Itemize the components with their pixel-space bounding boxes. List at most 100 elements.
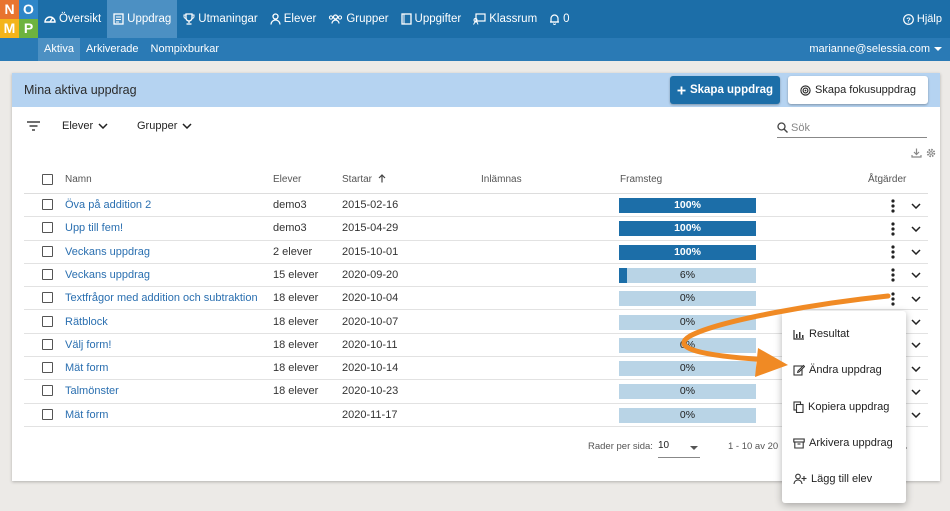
- search-input[interactable]: [791, 121, 921, 134]
- nav-label: Grupper: [346, 13, 389, 25]
- tab-arkiverade[interactable]: Arkiverade: [80, 38, 145, 61]
- chart-icon: [793, 329, 804, 340]
- more-actions-button[interactable]: [886, 266, 900, 285]
- groups-filter-dropdown[interactable]: Grupper: [137, 120, 192, 132]
- more-vertical-icon: [891, 222, 895, 236]
- assignment-name-link[interactable]: Veckans uppdrag: [65, 241, 150, 264]
- assignment-icon: [113, 13, 124, 25]
- progress-label: 6%: [679, 268, 696, 281]
- logo-letter: M: [0, 19, 19, 38]
- expand-row-button[interactable]: [908, 267, 924, 284]
- chevron-down-icon: [911, 412, 921, 419]
- column-header-students[interactable]: Elever: [273, 166, 301, 194]
- assignment-name-link[interactable]: Mät form: [65, 404, 108, 427]
- table-header: Namn Elever Startar Inlämnas Framsteg Åt…: [24, 166, 928, 194]
- progress-bar: 0%: [619, 291, 756, 307]
- assignment-name-link[interactable]: Välj form!: [65, 334, 111, 357]
- students-filter-dropdown[interactable]: Elever: [62, 120, 108, 132]
- nav-item-uppgifter[interactable]: Uppgifter: [395, 0, 468, 38]
- gear-icon[interactable]: [926, 148, 936, 158]
- start-date-cell: 2020-10-11: [342, 338, 398, 351]
- expand-row-button[interactable]: [908, 383, 924, 400]
- expand-row-button[interactable]: [908, 220, 924, 237]
- row-checkbox[interactable]: [42, 338, 53, 350]
- row-checkbox[interactable]: [42, 222, 53, 234]
- row-checkbox[interactable]: [42, 408, 53, 420]
- expand-row-button[interactable]: [908, 197, 924, 214]
- nav-item-utmaningar[interactable]: Utmaningar: [177, 0, 263, 38]
- nav-item-oversikt[interactable]: Översikt: [38, 0, 107, 38]
- menu-item-copy[interactable]: Kopiera uppdrag: [782, 389, 906, 425]
- column-header-starts[interactable]: Startar: [342, 166, 386, 194]
- download-icon[interactable]: [911, 148, 922, 158]
- assignment-name-link[interactable]: Textfrågor med addition och subtraktion: [65, 287, 258, 310]
- expand-row-button[interactable]: [908, 290, 924, 307]
- nav-item-notifications[interactable]: 0: [543, 0, 575, 38]
- nav-label: Översikt: [59, 13, 102, 25]
- students-cell: 18 elever: [273, 292, 319, 305]
- expand-row-button[interactable]: [908, 337, 924, 354]
- expand-row-button[interactable]: [908, 360, 924, 377]
- row-checkbox[interactable]: [42, 385, 53, 397]
- more-actions-button[interactable]: [886, 219, 900, 238]
- book-icon: [400, 13, 412, 25]
- row-checkbox[interactable]: [42, 362, 53, 374]
- menu-item-archive[interactable]: Arkivera uppdrag: [782, 425, 906, 461]
- progress-label: 0%: [679, 315, 696, 328]
- expand-row-button[interactable]: [908, 244, 924, 261]
- assignment-name-link[interactable]: Veckans uppdrag: [65, 264, 150, 287]
- assignment-name-link[interactable]: Talmönster: [65, 380, 119, 403]
- more-vertical-icon: [891, 268, 895, 282]
- tab-aktiva[interactable]: Aktiva: [38, 38, 80, 61]
- column-header-name[interactable]: Namn: [65, 166, 92, 194]
- progress-bar: 0%: [619, 314, 756, 330]
- user-menu[interactable]: marianne@selessia.com: [809, 38, 942, 61]
- rows-per-page-select[interactable]: 10: [658, 440, 700, 458]
- create-assignment-button[interactable]: Skapa uppdrag: [670, 76, 780, 104]
- create-focus-assignment-button[interactable]: Skapa fokusuppdrag: [788, 76, 928, 104]
- row-checkbox[interactable]: [42, 292, 53, 304]
- nomp-logo[interactable]: N O M P: [0, 0, 38, 38]
- select-all-checkbox[interactable]: [42, 174, 53, 185]
- target-icon: [800, 84, 811, 96]
- row-checkbox[interactable]: [42, 245, 53, 257]
- nav-item-elever[interactable]: Elever: [264, 0, 323, 38]
- progress-label: 0%: [679, 292, 696, 305]
- svg-text:?: ?: [906, 15, 911, 24]
- menu-item-edit[interactable]: Ändra uppdrag: [782, 352, 906, 388]
- chevron-down-icon: [911, 249, 921, 256]
- menu-item-add-student[interactable]: Lägg till elev: [782, 461, 906, 497]
- assignment-name-link[interactable]: Öva på addition 2: [65, 194, 151, 217]
- row-checkbox[interactable]: [42, 315, 53, 327]
- more-actions-button[interactable]: [886, 196, 900, 215]
- row-checkbox[interactable]: [42, 268, 53, 280]
- help-link[interactable]: ? Hjälp: [903, 0, 942, 38]
- progress-label: 100%: [674, 245, 701, 258]
- table-row: Veckans uppdrag 2 elever 2015-10-01 100%: [24, 241, 928, 264]
- expand-row-button[interactable]: [908, 314, 924, 331]
- assignment-name-link[interactable]: Upp till fem!: [65, 217, 123, 240]
- nav-item-klassrum[interactable]: Klassrum: [467, 0, 543, 38]
- assignment-name-link[interactable]: Mät form: [65, 357, 108, 380]
- nav-item-uppdrag[interactable]: Uppdrag: [107, 0, 178, 38]
- menu-item-resultat[interactable]: Resultat: [782, 316, 906, 352]
- assignment-name-link[interactable]: Rätblock: [65, 311, 108, 334]
- progress-label: 0%: [679, 408, 696, 421]
- more-actions-button[interactable]: [886, 289, 900, 308]
- expand-row-button[interactable]: [908, 407, 924, 424]
- sub-navigation-bar: Aktiva Arkiverade Nompixburkar marianne@…: [0, 38, 950, 61]
- row-checkbox[interactable]: [42, 199, 53, 210]
- more-actions-button[interactable]: [886, 243, 900, 262]
- students-cell: demo3: [273, 199, 307, 211]
- copy-icon: [793, 401, 804, 413]
- start-date-cell: 2020-11-17: [342, 408, 398, 421]
- students-cell: 18 elever: [273, 362, 319, 375]
- column-header-progress[interactable]: Framsteg: [620, 166, 662, 194]
- logo-letter: P: [19, 19, 38, 38]
- filter-icon[interactable]: [27, 121, 40, 131]
- column-header-due[interactable]: Inlämnas: [481, 166, 522, 194]
- tab-nompixburkar[interactable]: Nompixburkar: [145, 38, 225, 61]
- nav-item-grupper[interactable]: Grupper: [322, 0, 394, 38]
- more-vertical-icon: [891, 292, 895, 306]
- start-date-cell: 2020-09-20: [342, 268, 399, 281]
